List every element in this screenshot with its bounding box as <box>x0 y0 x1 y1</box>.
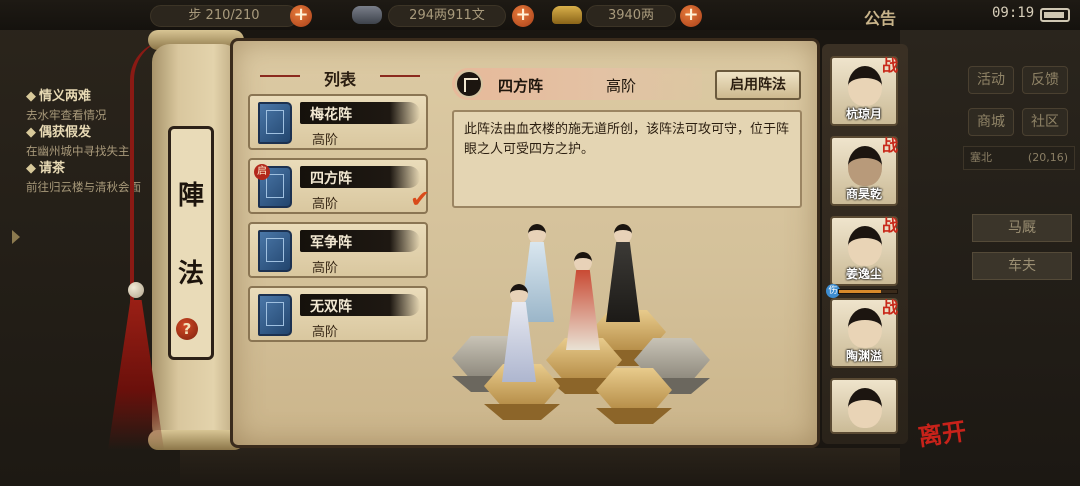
portrait <box>848 388 882 428</box>
item-tier: 高阶 <box>312 197 339 212</box>
bottom-dock <box>180 448 900 486</box>
scroll-title-char: 法 <box>177 259 204 289</box>
portrait <box>848 308 882 348</box>
feedback-button[interactable]: 反馈 <box>1022 66 1068 94</box>
enabled-badge: 启 <box>254 164 270 180</box>
location-coords: (20,16) <box>1027 151 1068 164</box>
copper-coin-icon <box>352 6 382 24</box>
stamina-counter: 步 210/210 <box>150 5 298 27</box>
add-copper-button[interactable]: + <box>512 5 534 27</box>
list-header: 列表 <box>260 66 420 89</box>
add-gold-button[interactable]: + <box>680 5 702 27</box>
character-figure[interactable] <box>602 224 650 324</box>
activity-button[interactable]: 活动 <box>968 66 1014 94</box>
item-name: 四方阵 <box>310 171 352 187</box>
slot-base <box>596 408 672 424</box>
add-stamina-button[interactable]: + <box>290 5 312 27</box>
battle-tag: 战 <box>882 216 899 235</box>
shop-button[interactable]: 商城 <box>968 108 1014 136</box>
character-figure[interactable] <box>498 284 538 384</box>
portrait <box>848 226 882 266</box>
item-tier: 高阶 <box>312 325 339 340</box>
item-name: 军争阵 <box>310 235 352 251</box>
character-name: 陶渊溢 <box>845 349 882 363</box>
gold-counter: 3940两 <box>586 5 676 27</box>
enable-formation-button[interactable]: 启用阵法 <box>715 70 801 100</box>
community-button[interactable]: 社区 <box>1022 108 1068 136</box>
character-name: 姜逸尘 <box>845 267 882 281</box>
character-figure[interactable] <box>562 252 602 352</box>
figure-head <box>614 224 632 244</box>
figure-body <box>566 270 600 350</box>
item-tier: 高阶 <box>312 133 339 148</box>
checkmark-icon: ✔ <box>410 185 431 213</box>
notice-button[interactable]: 公告 <box>864 5 896 29</box>
location-name: 塞北 <box>970 151 992 164</box>
detail-tier: 高阶 <box>606 77 637 95</box>
help-icon[interactable]: ? <box>176 318 198 340</box>
tassel-bead <box>128 282 144 298</box>
location-display: 塞北 (20,16) <box>963 146 1075 170</box>
battle-tag: 战 <box>882 136 899 155</box>
formation-list-item-selected[interactable]: 启 四方阵 高阶 <box>248 158 428 214</box>
formation-flag-icon <box>455 70 483 98</box>
battery-icon <box>1040 8 1070 22</box>
formation-grid <box>450 212 720 424</box>
npc-coachman-button[interactable]: 车夫 <box>972 252 1072 280</box>
battle-tag: 战 <box>882 56 899 75</box>
copper-counter: 294两911文 <box>388 5 506 27</box>
detail-header <box>452 68 702 100</box>
roster-card[interactable] <box>830 378 898 434</box>
book-icon <box>258 230 292 272</box>
portrait <box>848 66 882 106</box>
item-name: 无双阵 <box>310 299 352 315</box>
character-name: 商昊乾 <box>845 187 882 201</box>
book-icon <box>258 102 292 144</box>
slot-base <box>484 404 560 420</box>
figure-head <box>528 224 546 244</box>
figure-body <box>502 302 536 382</box>
expand-arrow-icon[interactable] <box>12 230 20 244</box>
clock: 09:19 <box>992 5 1035 21</box>
figure-head <box>574 252 592 272</box>
formation-list-item[interactable]: 军争阵 高阶 <box>248 222 428 278</box>
leave-button[interactable]: 离开 <box>916 416 973 475</box>
battle-tag: 战 <box>882 298 899 317</box>
detail-name: 四方阵 <box>498 77 544 95</box>
figure-head <box>510 284 528 304</box>
book-icon <box>258 294 292 336</box>
item-name: 梅花阵 <box>310 107 352 123</box>
formation-description: 此阵法由血衣楼的施无道所创，该阵法可攻可守，位于阵眼之人可受四方之护。 <box>452 110 802 208</box>
health-bar-fill <box>839 290 881 293</box>
formation-list-item[interactable]: 梅花阵 高阶 <box>248 94 428 150</box>
character-name: 杭琼月 <box>845 107 882 121</box>
top-status-bar: 步 210/210 + 294两911文 + 3940两 + 公告 09:19 <box>0 0 1080 30</box>
gold-ingot-icon <box>552 6 582 24</box>
portrait <box>848 146 882 186</box>
formation-list-item[interactable]: 无双阵 高阶 <box>248 286 428 342</box>
npc-stable-button[interactable]: 马厩 <box>972 214 1072 242</box>
item-tier: 高阶 <box>312 261 339 276</box>
figure-body <box>606 242 640 322</box>
scroll-title-char: 陣 <box>177 181 204 211</box>
